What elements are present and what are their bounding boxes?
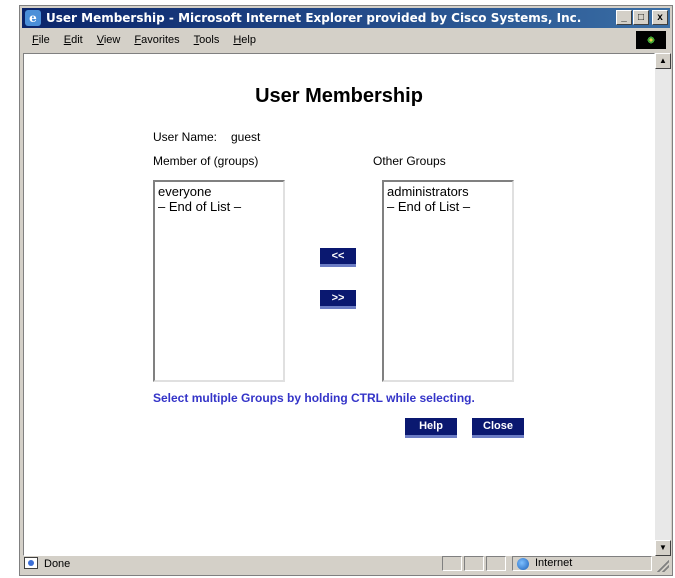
menu-tools[interactable]: Tools <box>194 34 220 46</box>
move-left-button[interactable]: << <box>320 248 356 267</box>
menu-favorites[interactable]: Favorites <box>134 34 179 46</box>
maximize-button[interactable]: □ <box>633 10 649 25</box>
windows-logo-icon <box>636 31 666 49</box>
multi-select-hint: Select multiple Groups by holding CTRL w… <box>153 391 475 405</box>
move-right-button[interactable]: >> <box>320 290 356 309</box>
list-item[interactable]: – End of List – <box>158 199 280 214</box>
member-of-listbox[interactable]: everyone – End of List – <box>153 180 285 382</box>
ie-icon: e <box>25 10 41 26</box>
page-title: User Membership <box>255 85 423 107</box>
menu-edit[interactable]: Edit <box>64 34 83 46</box>
page-icon <box>24 557 38 569</box>
menu-file[interactable]: File <box>32 34 50 46</box>
close-button[interactable]: Close <box>472 418 524 438</box>
status-text: Done <box>44 558 71 570</box>
title-bar: e User Membership - Microsoft Internet E… <box>22 8 670 28</box>
security-zone: Internet <box>512 556 652 571</box>
window-title: User Membership - Microsoft Internet Exp… <box>46 11 582 25</box>
status-pane <box>464 556 484 571</box>
user-name-label: User Name: <box>153 130 218 144</box>
menu-bar: File Edit View Favorites Tools Help <box>22 30 670 50</box>
browser-window: e User Membership - Microsoft Internet E… <box>19 5 673 576</box>
status-bar: Done Internet <box>22 555 670 573</box>
member-of-label: Member of (groups) <box>153 154 259 168</box>
scroll-up-arrow-icon[interactable]: ▲ <box>655 53 671 69</box>
help-button[interactable]: Help <box>405 418 457 438</box>
resize-grip-icon[interactable] <box>657 560 669 572</box>
scroll-down-arrow-icon[interactable]: ▼ <box>655 540 671 556</box>
page-content: User Membership User Name: guest Member … <box>23 53 655 556</box>
minimize-button[interactable]: _ <box>616 10 632 25</box>
vertical-scrollbar[interactable]: ▲ ▼ <box>655 53 671 556</box>
other-groups-label: Other Groups <box>373 154 446 168</box>
globe-icon <box>517 558 529 570</box>
list-item[interactable]: – End of List – <box>387 199 509 214</box>
status-pane <box>442 556 462 571</box>
other-groups-listbox[interactable]: administrators – End of List – <box>382 180 514 382</box>
list-item[interactable]: everyone <box>158 184 280 199</box>
zone-label: Internet <box>535 557 573 569</box>
user-name-value: guest <box>231 130 261 144</box>
list-item[interactable]: administrators <box>387 184 509 199</box>
menu-view[interactable]: View <box>97 34 121 46</box>
menu-help[interactable]: Help <box>233 34 256 46</box>
close-window-button[interactable]: x <box>652 10 668 25</box>
status-pane <box>486 556 506 571</box>
